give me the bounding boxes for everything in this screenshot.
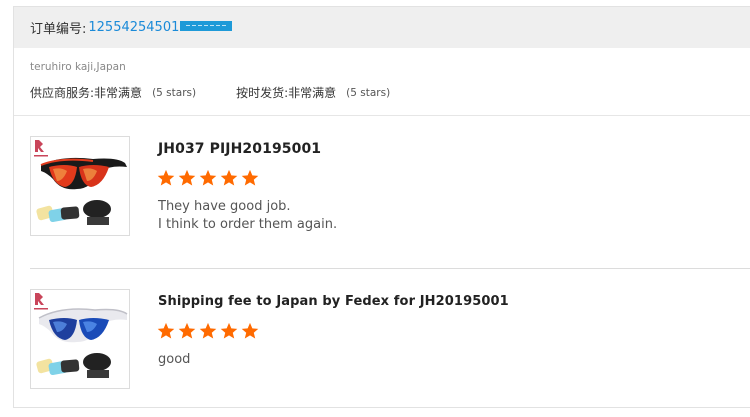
star-icon	[220, 322, 238, 339]
star-icon	[157, 169, 175, 186]
rating-value: 非常满意	[288, 86, 337, 100]
seller-ratings: 供应商服务: 非常满意 (5 stars) 按时发货: 非常满意 (5 star…	[30, 84, 390, 101]
review-line: They have good job.	[158, 199, 291, 214]
star-icon	[220, 169, 238, 186]
red-sport-sunglasses-image-icon	[31, 137, 129, 235]
order-number-link[interactable]: 12554254501	[88, 20, 179, 35]
order-tag-badge	[180, 20, 233, 31]
star-rating	[157, 322, 259, 340]
review-text: good	[158, 351, 190, 369]
white-blue-sport-sunglasses-image-icon	[31, 290, 129, 388]
item-divider	[30, 268, 750, 269]
star-icon	[241, 169, 259, 186]
review-line: good	[158, 352, 191, 367]
review-text: They have good job. I think to order the…	[158, 198, 337, 234]
star-rating	[157, 169, 259, 187]
star-icon	[157, 322, 175, 339]
rating-stars-text: (5 stars)	[152, 86, 197, 99]
order-number-label: 订单编号:	[30, 22, 87, 37]
product-title[interactable]: Shipping fee to Japan by Fedex for JH201…	[158, 294, 509, 309]
star-icon	[178, 322, 196, 339]
rating-stars-text: (5 stars)	[346, 86, 391, 99]
star-icon	[199, 169, 217, 186]
product-thumbnail[interactable]	[30, 289, 130, 389]
star-icon	[178, 169, 196, 186]
feedback-panel: 订单编号: 12554254501 teruhiro kaji,Japan 供应…	[13, 6, 750, 408]
section-divider	[14, 115, 750, 116]
rating-label: 供应商服务:	[30, 86, 95, 100]
star-icon	[199, 322, 217, 339]
on-time-shipping-rating: 按时发货: 非常满意 (5 stars)	[236, 84, 390, 101]
star-icon	[241, 322, 259, 339]
product-thumbnail[interactable]	[30, 136, 130, 236]
order-header: 订单编号: 12554254501	[14, 7, 750, 48]
rating-value: 非常满意	[94, 86, 143, 100]
review-line: I think to order them again.	[158, 217, 338, 232]
product-title[interactable]: JH037 PIJH20195001	[158, 141, 321, 157]
supplier-service-rating: 供应商服务: 非常满意 (5 stars)	[30, 84, 196, 101]
buyer-name-location: teruhiro kaji,Japan	[30, 61, 126, 73]
rating-label: 按时发货:	[236, 86, 289, 100]
